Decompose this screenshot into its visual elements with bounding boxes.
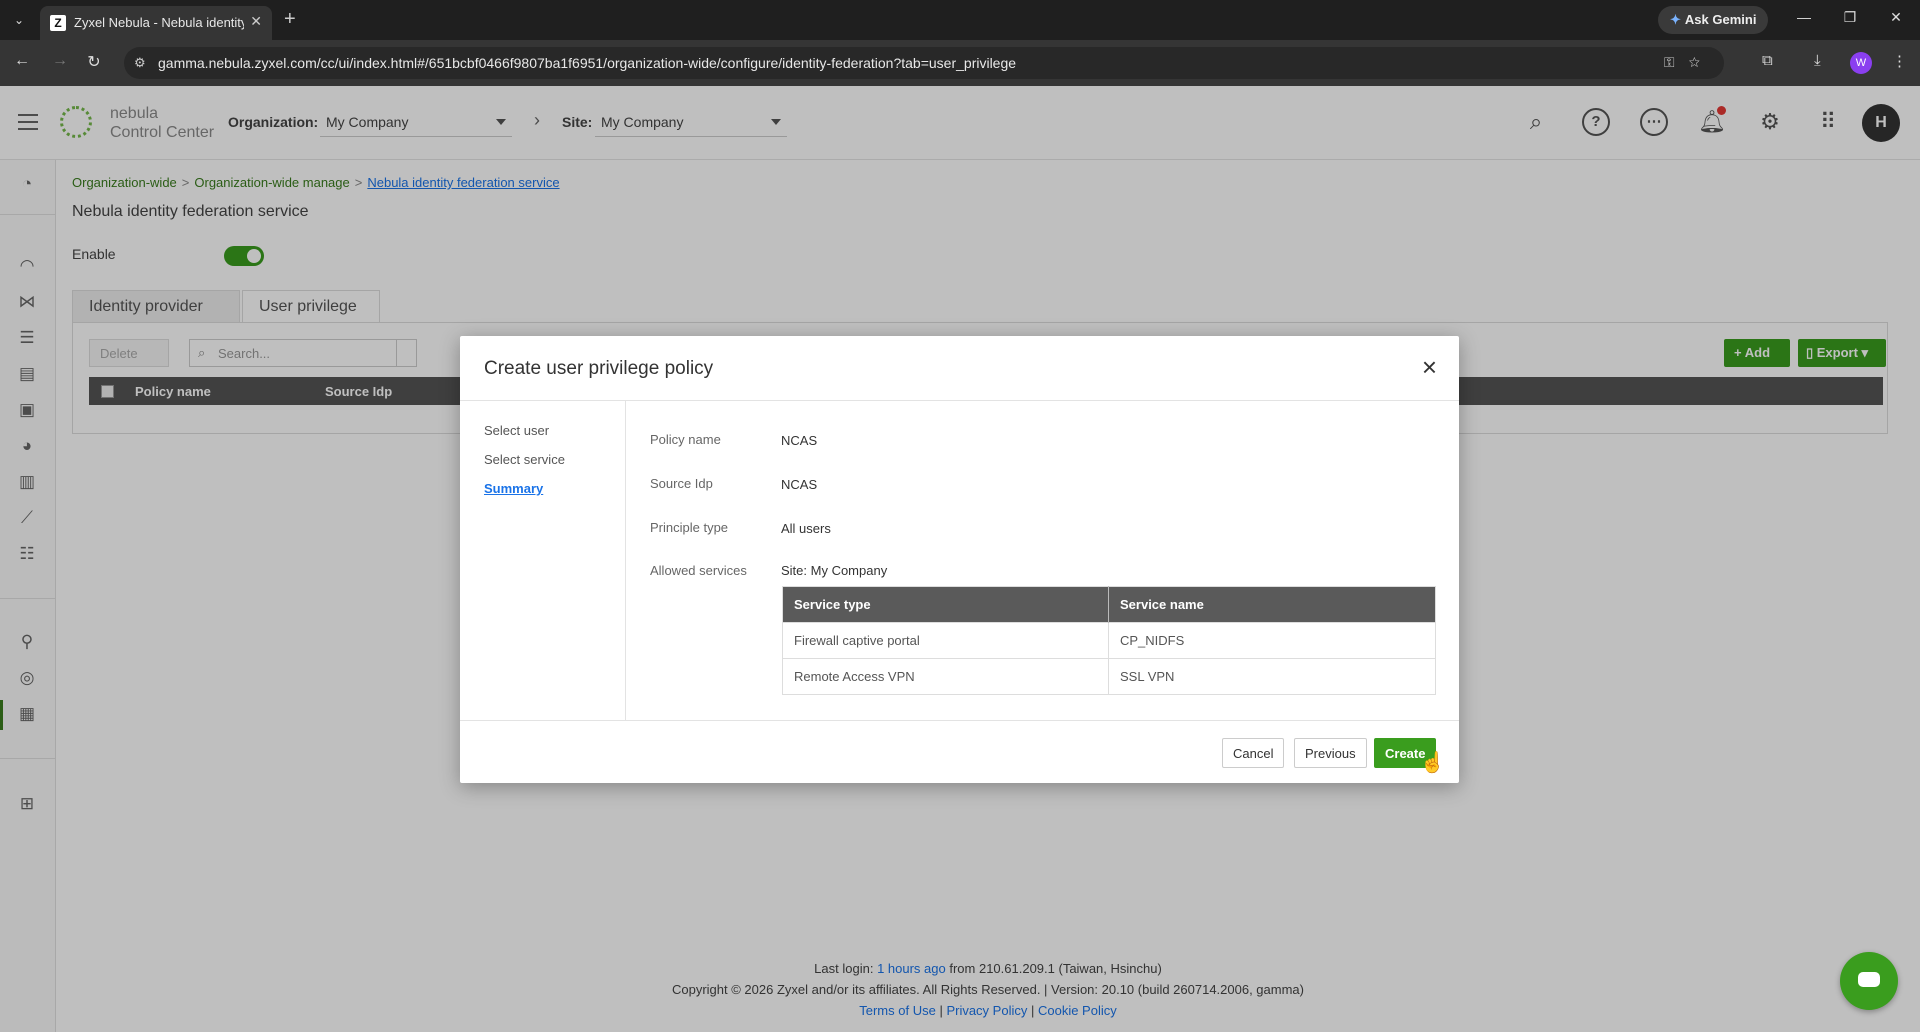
tab-close-icon[interactable]: ✕ — [250, 13, 262, 30]
address-bar-row: ← → ↻ ⚙ gamma.nebula.zyxel.com/cc/ui/ind… — [0, 40, 1920, 86]
browser-menu-icon[interactable]: ⋮ — [1892, 52, 1907, 70]
zyxel-favicon-icon: Z — [50, 15, 66, 31]
window-close-icon[interactable]: ✕ — [1886, 9, 1906, 26]
url-text: gamma.nebula.zyxel.com/cc/ui/index.html#… — [158, 55, 1017, 71]
site-info-icon[interactable]: ⚙ — [134, 55, 146, 71]
cancel-button[interactable]: Cancel — [1222, 738, 1285, 768]
table-row: Remote Access VPN SSL VPN — [782, 658, 1436, 695]
url-field[interactable]: ⚙ gamma.nebula.zyxel.com/cc/ui/index.htm… — [124, 47, 1724, 79]
download-icon[interactable]: ⤓ — [1814, 52, 1821, 69]
browser-tab-bar: ⌄ Z Zyxel Nebula - Nebula identity ✕ + ✦… — [0, 0, 1920, 40]
mouse-cursor-icon: ☝ — [1420, 752, 1445, 774]
modal-title: Create user privilege policy — [484, 358, 714, 379]
tab-search-icon[interactable]: ⌄ — [8, 9, 30, 31]
source-idp-label: Source Idp — [650, 476, 713, 491]
principle-type-value: All users — [781, 521, 831, 536]
chat-support-button[interactable] — [1840, 952, 1898, 1010]
browser-tab[interactable]: Z Zyxel Nebula - Nebula identity ✕ — [40, 6, 272, 40]
services-table: Service type Service name Firewall capti… — [782, 586, 1436, 695]
column-service-type: Service type — [782, 586, 1109, 623]
principle-type-label: Principle type — [650, 520, 729, 535]
service-name-cell: CP_NIDFS — [1108, 622, 1436, 659]
ask-gemini-button[interactable]: ✦ Ask Gemini — [1658, 6, 1769, 34]
new-tab-icon[interactable]: + — [284, 8, 296, 31]
column-service-name: Service name — [1108, 586, 1436, 623]
minimize-icon[interactable]: — — [1794, 9, 1814, 25]
tab-title: Zyxel Nebula - Nebula identity — [74, 15, 244, 30]
gemini-icon: ✦ — [1670, 12, 1681, 27]
browser-profile-avatar[interactable]: W — [1850, 52, 1872, 74]
service-type-cell: Remote Access VPN — [782, 658, 1109, 695]
table-row: Firewall captive portal CP_NIDFS — [782, 622, 1436, 659]
create-user-privilege-modal: Create user privilege policy × Select us… — [460, 336, 1459, 783]
policy-name-label: Policy name — [650, 432, 721, 447]
service-type-cell: Firewall captive portal — [782, 622, 1109, 659]
allowed-services-site: Site: My Company — [781, 563, 888, 578]
previous-button[interactable]: Previous — [1294, 738, 1367, 768]
service-name-cell: SSL VPN — [1108, 658, 1436, 695]
step-select-service[interactable]: Select service — [484, 452, 565, 467]
wizard-steps: Select user Select service Summary — [460, 401, 626, 720]
modal-divider — [460, 720, 1459, 721]
extensions-icon[interactable]: ⧉ — [1762, 52, 1773, 69]
step-summary[interactable]: Summary — [484, 481, 543, 496]
forward-icon[interactable]: → — [50, 52, 70, 70]
bookmark-star-icon[interactable]: ☆ — [1689, 54, 1714, 70]
allowed-services-label: Allowed services — [650, 563, 747, 578]
url-actions: ⚿☆ — [1664, 54, 1714, 71]
close-icon[interactable]: × — [1422, 352, 1437, 383]
step-select-user[interactable]: Select user — [484, 423, 549, 438]
password-key-icon[interactable]: ⚿ — [1664, 54, 1689, 70]
policy-name-value: NCAS — [781, 433, 818, 448]
reload-icon[interactable]: ↻ — [84, 52, 104, 72]
services-table-header: Service type Service name — [782, 586, 1436, 623]
restore-icon[interactable]: ❐ — [1840, 9, 1860, 26]
source-idp-value: NCAS — [781, 477, 818, 492]
gemini-label: Ask Gemini — [1684, 12, 1757, 27]
back-icon[interactable]: ← — [12, 52, 32, 70]
